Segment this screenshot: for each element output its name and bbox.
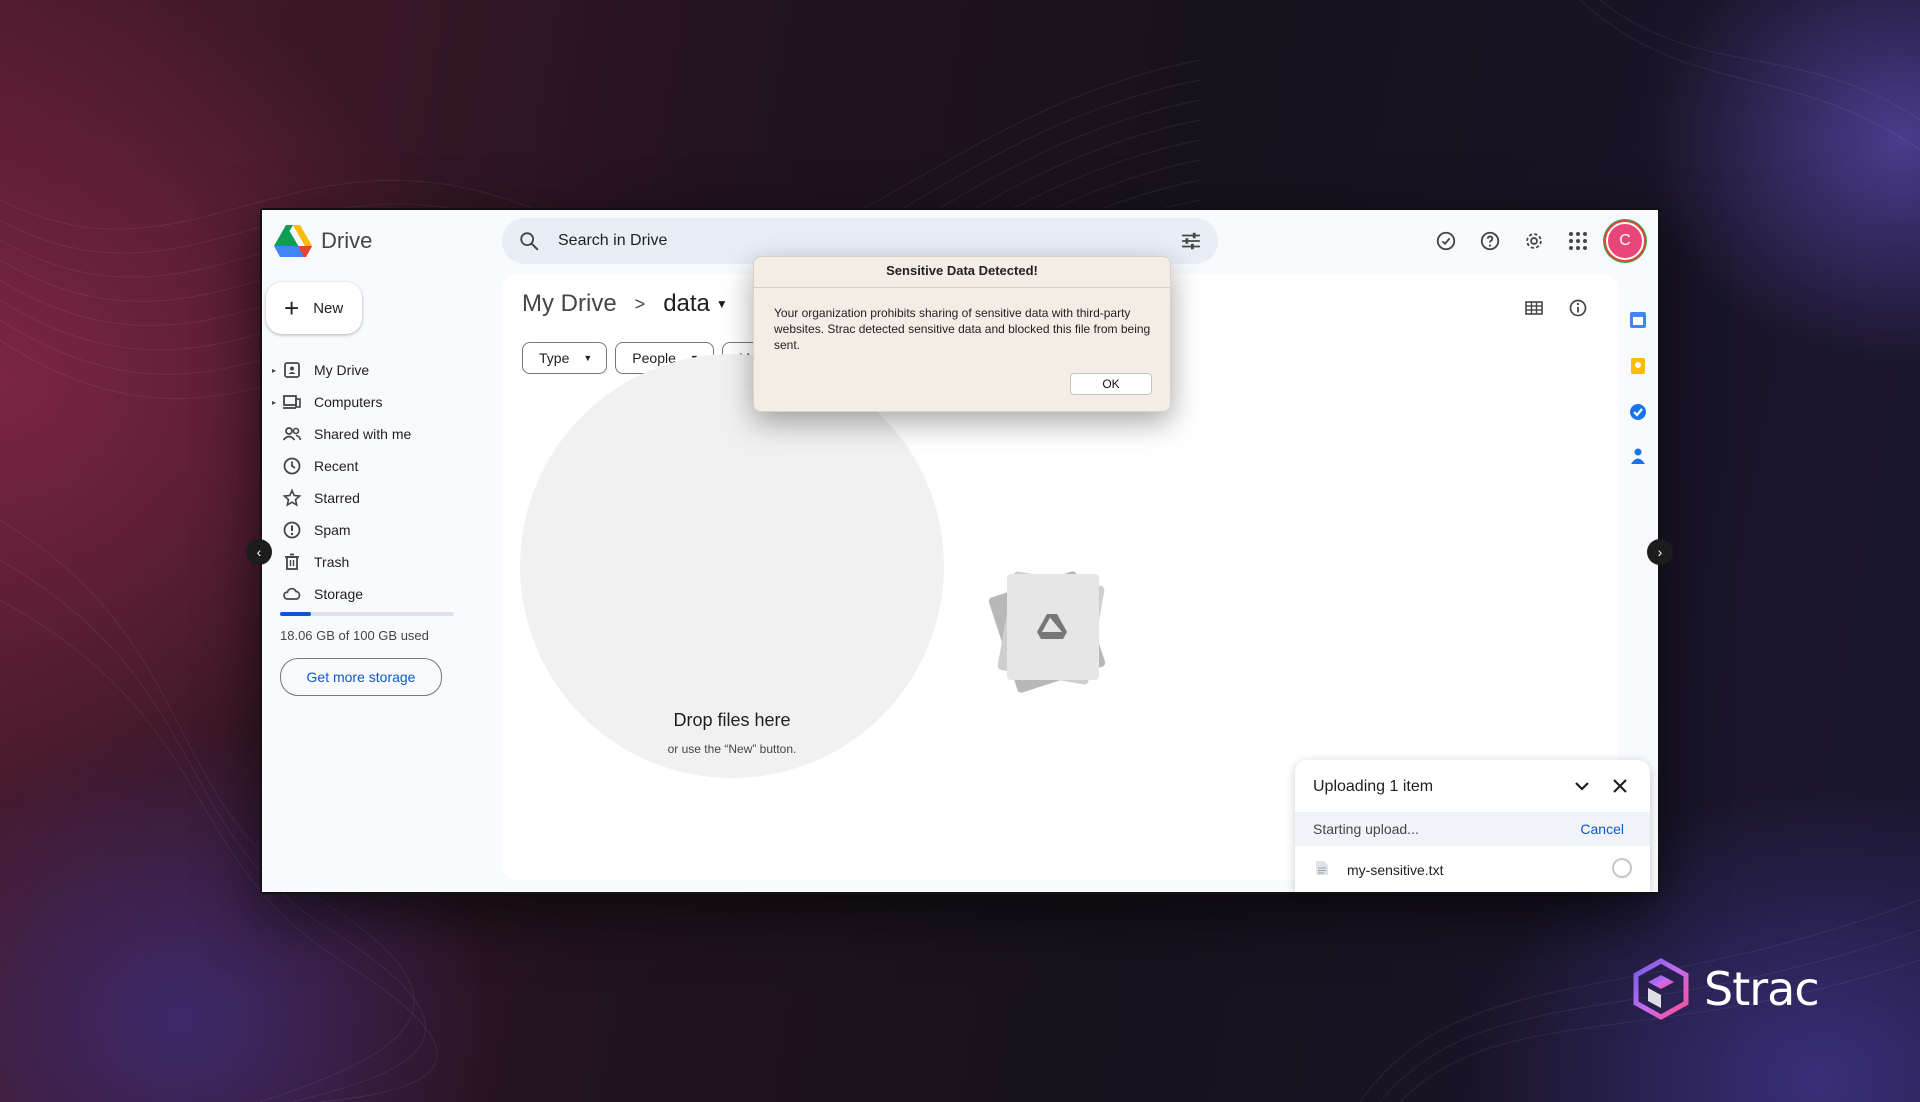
drive-files-illustration-icon (988, 571, 1106, 693)
storage-progress-bar (280, 612, 454, 616)
clock-icon (283, 457, 301, 475)
header-actions: C (1424, 220, 1644, 262)
dialog-title: Sensitive Data Detected! (754, 257, 1170, 288)
expand-caret-icon[interactable]: ▸ (272, 398, 276, 407)
sidebar-item-label: Storage (314, 586, 364, 602)
computers-icon (283, 395, 301, 409)
cancel-upload-button[interactable]: Cancel (1580, 821, 1624, 837)
sidebar-item-my-drive[interactable]: ▸ My Drive (262, 354, 482, 386)
sidebar-item-label: Starred (314, 490, 360, 506)
sidebar-item-storage[interactable]: Storage (262, 578, 482, 610)
cloud-icon (283, 587, 301, 600)
sidebar-item-label: Spam (314, 522, 351, 538)
drive-logo[interactable]: Drive (274, 224, 372, 258)
chevron-left-icon: ‹ (256, 544, 262, 560)
calendar-icon[interactable] (1628, 310, 1648, 330)
get-more-storage-button[interactable]: Get more storage (280, 658, 442, 696)
sidebar-item-shared-with-me[interactable]: Shared with me (262, 418, 482, 450)
search-options-icon[interactable] (1180, 230, 1202, 252)
help-button[interactable] (1468, 220, 1512, 262)
dialog-message: Your organization prohibits sharing of s… (774, 306, 1151, 352)
ok-button[interactable]: OK (1070, 373, 1152, 395)
info-icon (1569, 299, 1587, 317)
contacts-icon[interactable] (1628, 446, 1648, 466)
sidebar-item-label: Trash (314, 554, 350, 570)
star-icon (282, 488, 302, 507)
shared-icon (282, 427, 302, 441)
upload-status-row: Starting upload... Cancel (1295, 812, 1650, 846)
strac-logo-icon (1633, 958, 1689, 1020)
search-icon[interactable] (518, 230, 540, 252)
keep-icon[interactable] (1628, 356, 1648, 376)
breadcrumb: My Drive > data ▼ (522, 290, 728, 318)
app-name: Drive (321, 228, 373, 253)
sidebar-item-spam[interactable]: Spam (262, 514, 482, 546)
trash-icon (285, 553, 299, 570)
strac-brand: Strac (1630, 958, 1820, 1020)
sidebar-nav: ▸ My Drive ▸ Computers Shared with me Re… (262, 354, 482, 610)
new-button[interactable]: + New (266, 282, 362, 334)
sensitive-data-alert-dialog: Sensitive Data Detected! Your organizati… (753, 256, 1171, 412)
folder-menu-dropdown-icon[interactable]: ▼ (716, 297, 728, 311)
sidebar-item-recent[interactable]: Recent (262, 450, 482, 482)
upload-status-text: Starting upload... (1313, 821, 1419, 837)
sidebar-item-label: Recent (314, 458, 359, 474)
brand-name: Strac (1704, 962, 1820, 1016)
apps-button[interactable] (1556, 220, 1600, 262)
offline-ready-button[interactable] (1424, 220, 1468, 262)
collapse-left-handle[interactable]: ‹ (246, 539, 272, 565)
search-input[interactable]: Search in Drive (558, 232, 667, 250)
settings-button[interactable] (1512, 220, 1556, 262)
filter-label: Type (539, 350, 570, 366)
view-actions (1512, 292, 1600, 324)
grid-view-icon (1525, 301, 1543, 315)
upload-file-name: my-sensitive.txt (1347, 862, 1444, 878)
drive-logo-icon (274, 225, 312, 257)
breadcrumb-current[interactable]: data (663, 290, 710, 318)
new-button-label: New (313, 299, 344, 317)
grid-view-button[interactable] (1512, 292, 1556, 324)
plus-icon: + (284, 293, 300, 323)
sidebar-item-trash[interactable]: Trash (262, 546, 482, 578)
spam-icon (283, 521, 301, 539)
breadcrumb-root[interactable]: My Drive (522, 290, 617, 318)
upload-progress-panel: Uploading 1 item Starting upload... Canc… (1295, 760, 1650, 892)
sidebar-item-label: My Drive (314, 362, 370, 378)
chevron-right-icon: › (1657, 544, 1663, 560)
sidebar-item-label: Computers (314, 394, 383, 410)
expand-right-handle[interactable]: › (1647, 539, 1673, 565)
help-icon (1480, 231, 1500, 251)
upload-panel-title: Uploading 1 item (1313, 778, 1434, 795)
sidebar-item-computers[interactable]: ▸ Computers (262, 386, 482, 418)
filter-type[interactable]: Type ▼ (522, 342, 608, 374)
close-icon[interactable] (1610, 776, 1630, 796)
expand-caret-icon[interactable]: ▸ (272, 366, 276, 375)
offline-check-icon (1436, 231, 1456, 251)
upload-progress-ring (1612, 858, 1632, 878)
dropzone-title: Drop files here (673, 710, 791, 730)
storage-progress-fill (280, 612, 312, 616)
sidebar-item-label: Shared with me (314, 426, 412, 442)
dropdown-arrow-icon: ▼ (583, 353, 593, 363)
gear-icon (1526, 233, 1542, 249)
tasks-icon[interactable] (1628, 402, 1648, 422)
chevron-down-icon[interactable] (1572, 776, 1592, 796)
sidebar-item-starred[interactable]: Starred (262, 482, 482, 514)
dropzone-subtitle: or use the “New” button. (667, 742, 797, 756)
avatar[interactable]: C (1606, 222, 1644, 260)
text-file-icon (1316, 861, 1328, 875)
details-button[interactable] (1556, 292, 1600, 324)
storage-usage-text: 18.06 GB of 100 GB used (280, 628, 429, 643)
my-drive-icon (284, 362, 300, 378)
chevron-right-icon: > (634, 293, 646, 314)
apps-grid-icon (1569, 232, 1587, 250)
